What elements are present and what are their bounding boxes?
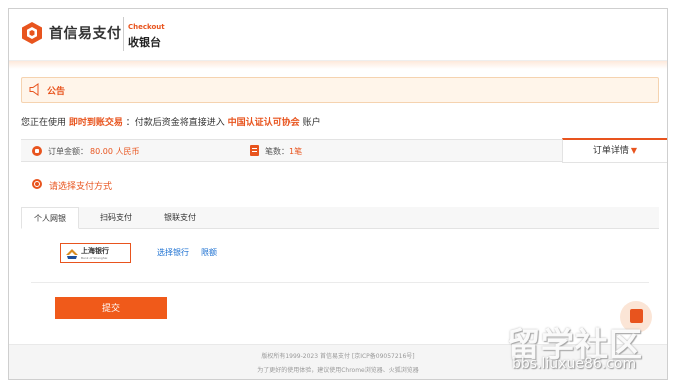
order-summary-bar: 订单金额： 80.00 人民币 笔数： 1笔 订单详情 ▼ bbox=[21, 138, 667, 163]
info-middle: ：付款后资金将直接进入 bbox=[125, 118, 225, 128]
page-header: 首信易支付 Checkout 收银台 bbox=[9, 9, 667, 61]
order-count-value: 1笔 bbox=[289, 147, 303, 156]
tab-qr-pay[interactable]: 扫码支付 bbox=[87, 207, 145, 229]
tab-personal-banking[interactable]: 个人网银 bbox=[21, 207, 79, 229]
payee-name: 中国认证认可协会 bbox=[227, 118, 300, 128]
section-divider bbox=[31, 282, 649, 283]
payment-info-text: 您正在使用 即时到账交易 ：付款后资金将直接进入 中国认证认可协会 账户 bbox=[21, 115, 321, 128]
header-accent-band bbox=[9, 61, 667, 69]
checkout-label-en: Checkout bbox=[128, 23, 165, 31]
info-suffix: 账户 bbox=[302, 118, 321, 128]
tab-unionpay[interactable]: 银联支付 bbox=[151, 207, 209, 229]
notice-title: 公告 bbox=[47, 87, 66, 97]
order-count-label: 笔数： bbox=[265, 147, 289, 156]
order-details-label: 订单详情 bbox=[592, 146, 629, 156]
bank-option-bank-of-shanghai[interactable]: 上海银行 Bank of Shanghai bbox=[60, 243, 131, 263]
speaker-icon bbox=[29, 83, 39, 96]
payment-tabs: 个人网银 扫码支付 银联支付 bbox=[21, 207, 659, 229]
choose-payment-label: 请选择支付方式 bbox=[49, 182, 113, 192]
document-icon bbox=[250, 145, 259, 156]
info-prefix: 您正在使用 bbox=[21, 118, 67, 128]
order-amount-icon bbox=[32, 146, 42, 156]
notice-bar: 公告 bbox=[21, 77, 659, 103]
brand-name: 首信易支付 bbox=[49, 26, 122, 42]
bank-emblem-icon bbox=[66, 249, 78, 259]
order-amount-value: 80.00 人民币 bbox=[90, 147, 140, 156]
checkout-label-zh: 收银台 bbox=[128, 36, 161, 49]
limit-link[interactable]: 限额 bbox=[201, 247, 217, 258]
header-divider bbox=[123, 17, 124, 51]
bank-name-en: Bank of Shanghai bbox=[81, 256, 108, 260]
trade-type: 即时到账交易 bbox=[68, 118, 123, 128]
order-amount-label: 订单金额： bbox=[48, 147, 88, 156]
order-details-button[interactable]: 订单详情 ▼ bbox=[562, 138, 667, 163]
triangle-down-icon: ▼ bbox=[630, 146, 638, 155]
brand-logo-icon bbox=[22, 22, 42, 44]
bank-name: 上海银行 bbox=[81, 246, 109, 255]
submit-button[interactable]: 提交 bbox=[55, 297, 167, 319]
choose-bank-link[interactable]: 选择银行 bbox=[157, 247, 189, 258]
watermark-url: bbs.liuxue86.com bbox=[512, 356, 637, 372]
radio-selected-icon bbox=[32, 179, 42, 189]
